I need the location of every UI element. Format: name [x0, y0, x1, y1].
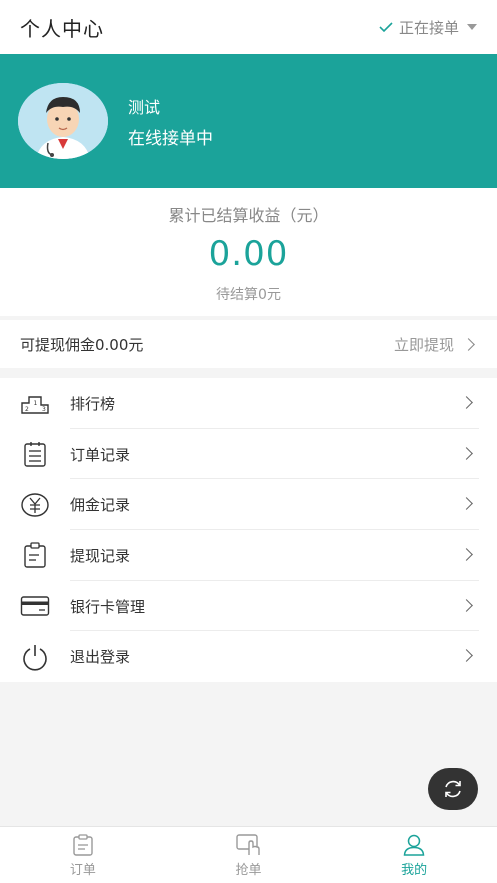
menu-list: 213 排行榜 订单记录 佣金记录 提现记录 银行卡管理 退出登录 [0, 378, 497, 683]
profile-name: 测试 [128, 97, 161, 117]
top-bar: 个人中心 正在接单 [0, 0, 497, 54]
order-list-icon [20, 439, 50, 469]
order-status-label: 正在接单 [398, 18, 459, 37]
page-title: 个人中心 [20, 16, 104, 41]
chevron-right-icon [460, 649, 473, 663]
tab-orders[interactable]: 订单 [0, 827, 166, 883]
menu-item-ranking[interactable]: 213 排行榜 [0, 378, 497, 429]
check-icon [379, 22, 393, 33]
menu-item-bank-card[interactable]: 银行卡管理 [0, 581, 497, 632]
order-status-toggle[interactable]: 正在接单 [379, 17, 477, 38]
available-commission: 可提现佣金0.00元 [20, 335, 144, 354]
chevron-right-icon [460, 598, 473, 612]
caret-down-icon [467, 24, 477, 30]
withdraw-now-label: 立即提现 [393, 335, 454, 354]
earnings-label: 累计已结算收益（元） [168, 206, 329, 225]
svg-text:1: 1 [34, 400, 38, 407]
order-icon [73, 833, 93, 856]
doctor-avatar-icon [18, 83, 108, 159]
svg-text:2: 2 [25, 406, 29, 413]
menu-label: 订单记录 [70, 445, 131, 464]
user-icon [403, 834, 425, 856]
avatar[interactable] [18, 83, 108, 159]
refresh-button[interactable] [428, 768, 478, 810]
chevron-right-icon [460, 446, 473, 460]
refresh-icon [445, 780, 461, 798]
menu-label: 佣金记录 [70, 496, 131, 515]
bottom-tab-bar: 订单 抢单 我的 [0, 826, 497, 883]
withdraw-now-button[interactable]: 立即提现 [393, 334, 475, 355]
ranking-icon: 213 [20, 388, 50, 418]
menu-label: 提现记录 [70, 546, 131, 565]
chevron-right-icon [460, 497, 473, 511]
menu-item-withdraw-records[interactable]: 提现记录 [0, 530, 497, 581]
grab-order-icon [235, 833, 260, 855]
svg-text:3: 3 [42, 406, 46, 413]
chevron-right-icon [462, 337, 475, 351]
withdraw-row[interactable]: 可提现佣金0.00元 立即提现 [0, 320, 497, 368]
earnings-amount: 0.00 [208, 234, 289, 274]
profile-header: 测试 在线接单中 [0, 54, 497, 188]
tab-label: 订单 [69, 862, 96, 878]
tab-grab-orders[interactable]: 抢单 [166, 827, 332, 883]
bank-card-icon [20, 591, 50, 621]
yuan-coin-icon [20, 490, 50, 520]
menu-label: 银行卡管理 [70, 597, 146, 616]
power-icon [20, 642, 50, 672]
profile-status: 在线接单中 [128, 128, 213, 149]
menu-label: 退出登录 [70, 648, 131, 667]
chevron-right-icon [460, 548, 473, 561]
menu-item-order-records[interactable]: 订单记录 [0, 429, 497, 480]
earnings-summary: 累计已结算收益（元） 0.00 待结算0元 [0, 188, 497, 316]
menu-item-logout[interactable]: 退出登录 [0, 631, 497, 682]
menu-label: 排行榜 [70, 394, 116, 413]
tab-mine[interactable]: 我的 [331, 827, 497, 883]
pending-settlement: 待结算0元 [216, 287, 281, 303]
menu-item-commission-records[interactable]: 佣金记录 [0, 479, 497, 530]
tab-label: 我的 [401, 862, 428, 878]
chevron-right-icon [460, 396, 473, 409]
tab-label: 抢单 [235, 862, 262, 878]
clipboard-icon [20, 540, 50, 570]
